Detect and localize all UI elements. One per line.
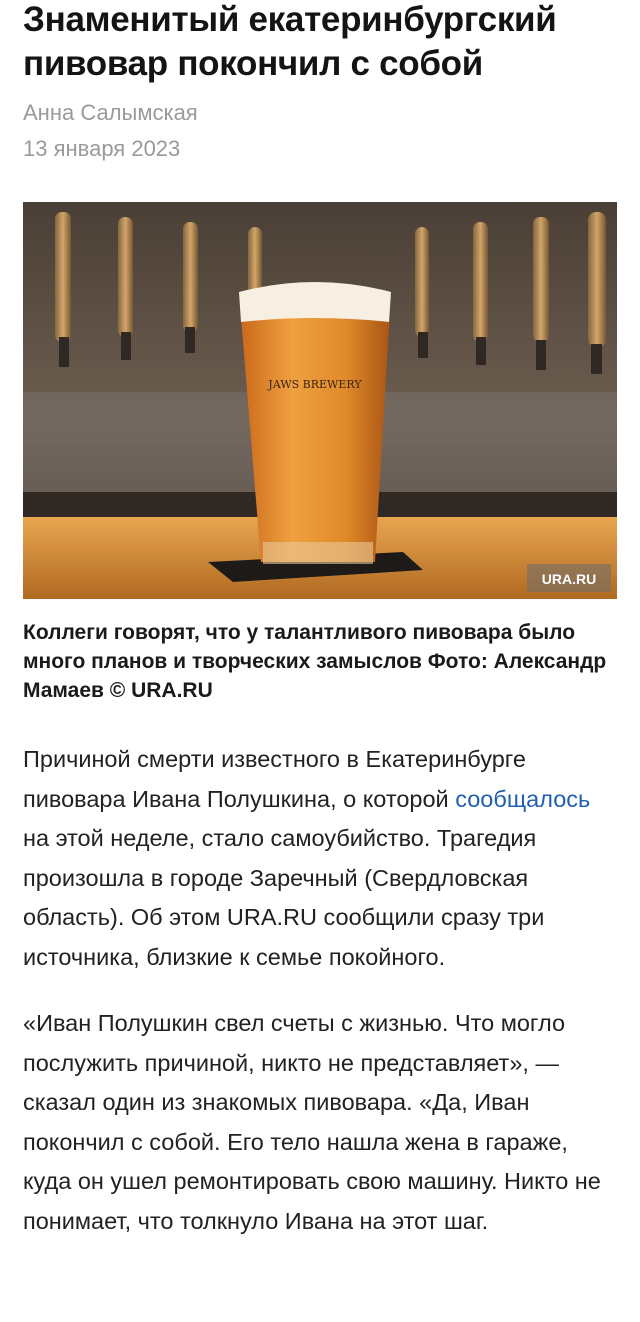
source-link[interactable]: сообщалось	[455, 786, 590, 812]
paragraph-2: «Иван Полушкин свел счеты с жизнью. Что …	[23, 1010, 601, 1234]
photo-caption: Коллеги говорят, что у талантливого пиво…	[23, 621, 607, 702]
photo-watermark: URA.RU	[542, 571, 596, 587]
article-date: 13 января 2023	[23, 136, 181, 161]
glass-label: JAWS BREWERY	[267, 378, 362, 391]
paragraph-1-start: Причиной смерти известного в Екатеринбур…	[23, 746, 526, 812]
beer-glass-photo: JAWS BREWERY URA.RU	[23, 202, 617, 599]
article-title: Знаменитый екатеринбургский пивовар поко…	[23, 0, 557, 83]
paragraph-1-end: на этой неделе, стало самоубийство. Траг…	[23, 825, 545, 970]
article-photo[interactable]: JAWS BREWERY URA.RU	[23, 202, 617, 599]
article-body: Причиной смерти известного в Екатеринбур…	[23, 740, 617, 1241]
paragraph-1: Причиной смерти известного в Екатеринбур…	[23, 740, 617, 977]
article-author[interactable]: Анна Салымская	[23, 98, 617, 128]
